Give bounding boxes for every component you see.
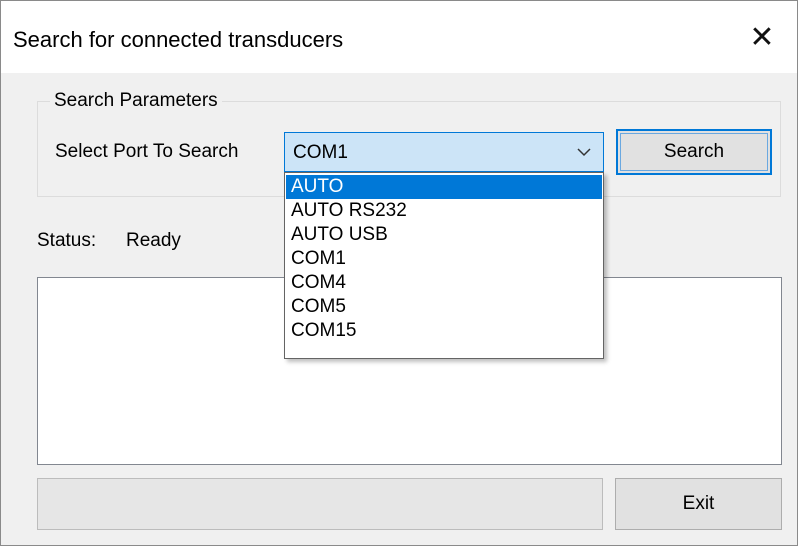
dropdown-option[interactable]: AUTO USB: [286, 223, 602, 247]
dropdown-option[interactable]: COM1: [286, 247, 602, 271]
dropdown-option[interactable]: COM4: [286, 271, 602, 295]
status-label: Status:: [37, 230, 97, 251]
dropdown-option[interactable]: COM15: [286, 319, 602, 343]
port-select[interactable]: COM1: [284, 132, 604, 172]
port-dropdown-list[interactable]: AUTO AUTO RS232 AUTO USB COM1 COM4 COM5 COM15: [284, 172, 604, 359]
title-bar: Search for connected transducers ✕: [1, 1, 797, 73]
close-icon: ✕: [749, 20, 775, 54]
dropdown-option[interactable]: AUTO: [286, 175, 602, 199]
dropdown-option[interactable]: COM5: [286, 295, 602, 319]
window-title: Search for connected transducers: [13, 27, 344, 52]
close-button[interactable]: ✕: [727, 1, 797, 73]
port-select-value: COM1: [293, 142, 348, 163]
search-button[interactable]: Search: [616, 129, 772, 175]
port-label: Select Port To Search: [55, 141, 239, 162]
exit-button[interactable]: Exit: [615, 478, 782, 530]
exit-button-label: Exit: [682, 493, 715, 514]
progress-bar: [37, 478, 603, 530]
chevron-down-icon: [577, 148, 591, 157]
group-legend: Search Parameters: [50, 90, 222, 112]
dropdown-option[interactable]: AUTO RS232: [286, 199, 602, 223]
status-value: Ready: [126, 230, 181, 251]
search-dialog: Search for connected transducers ✕ Searc…: [0, 0, 798, 546]
